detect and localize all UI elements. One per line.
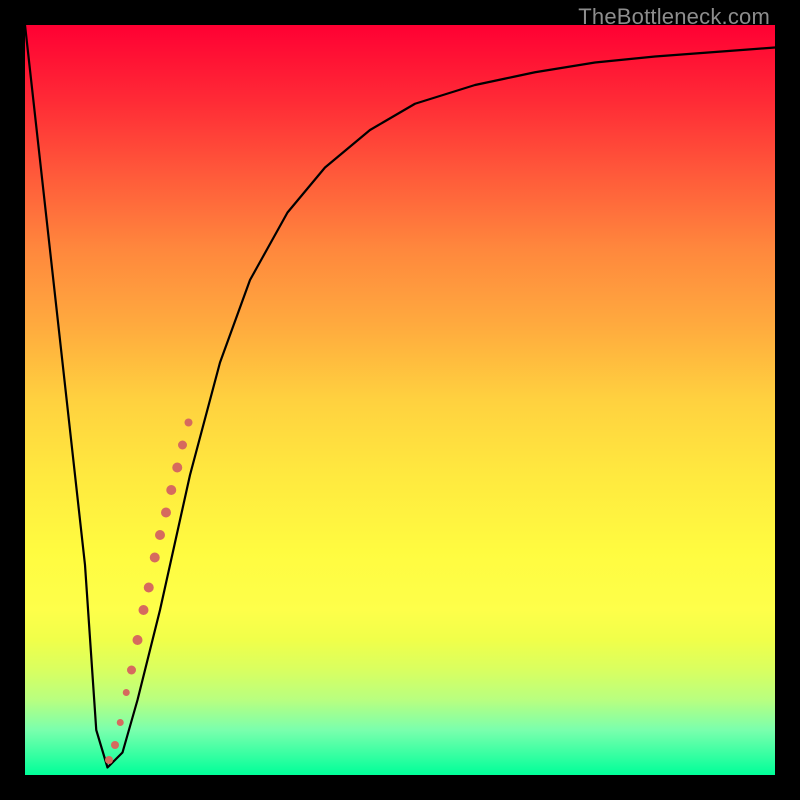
marker-point <box>155 530 165 540</box>
marker-point <box>161 508 171 518</box>
marker-point <box>166 485 176 495</box>
marker-point <box>144 583 154 593</box>
curve-line <box>25 25 775 768</box>
marker-point <box>117 719 124 726</box>
chart-svg <box>25 25 775 775</box>
marker-point <box>178 441 187 450</box>
marker-point <box>172 463 182 473</box>
marker-group <box>105 419 193 765</box>
marker-point <box>105 756 113 764</box>
marker-point <box>127 666 136 675</box>
marker-point <box>133 635 143 645</box>
marker-point <box>139 605 149 615</box>
marker-point <box>123 689 130 696</box>
marker-point <box>185 419 193 427</box>
marker-point <box>150 553 160 563</box>
marker-point <box>111 741 119 749</box>
